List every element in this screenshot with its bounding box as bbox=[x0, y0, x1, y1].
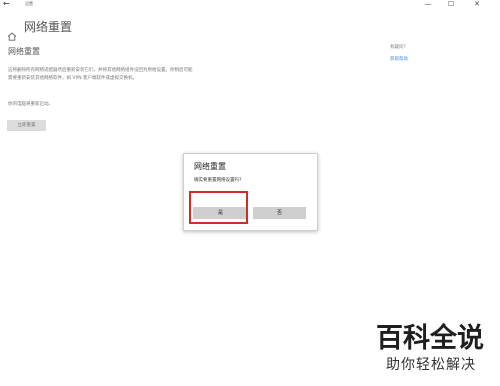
get-help-link[interactable]: 获取帮助 bbox=[390, 57, 408, 63]
back-arrow-icon[interactable]: ← bbox=[3, 0, 10, 9]
watermark-title: 百科全说 bbox=[376, 323, 484, 354]
reset-description: 这将删除所有网络适配器然后重新安装它们，并将其他网络组件设回为原始设置。你稍后可… bbox=[8, 68, 193, 81]
close-button[interactable]: ✕ bbox=[467, 0, 487, 9]
no-button[interactable]: 否 bbox=[253, 207, 306, 219]
home-icon[interactable] bbox=[7, 26, 17, 41]
watermark-subtitle: 助你轻松解决 bbox=[386, 357, 476, 373]
highlight-box bbox=[189, 191, 248, 224]
page-title: 网络重置 bbox=[24, 20, 73, 34]
title-bar: ← 设置 — ☐ ✕ bbox=[0, 0, 500, 10]
reset-now-button[interactable]: 立即重置 bbox=[7, 120, 46, 131]
minimize-button[interactable]: — bbox=[418, 0, 438, 9]
section-title: 网络重置 bbox=[8, 47, 40, 56]
help-question: 有疑问? bbox=[390, 45, 406, 50]
restart-note: 你的电脑将重新启动。 bbox=[8, 102, 53, 107]
maximize-button[interactable]: ☐ bbox=[441, 0, 461, 9]
dialog-question: 确实要重置网络设置吗? bbox=[194, 178, 242, 183]
dialog-title: 网络重置 bbox=[194, 162, 226, 171]
window-title: 设置 bbox=[25, 1, 33, 6]
